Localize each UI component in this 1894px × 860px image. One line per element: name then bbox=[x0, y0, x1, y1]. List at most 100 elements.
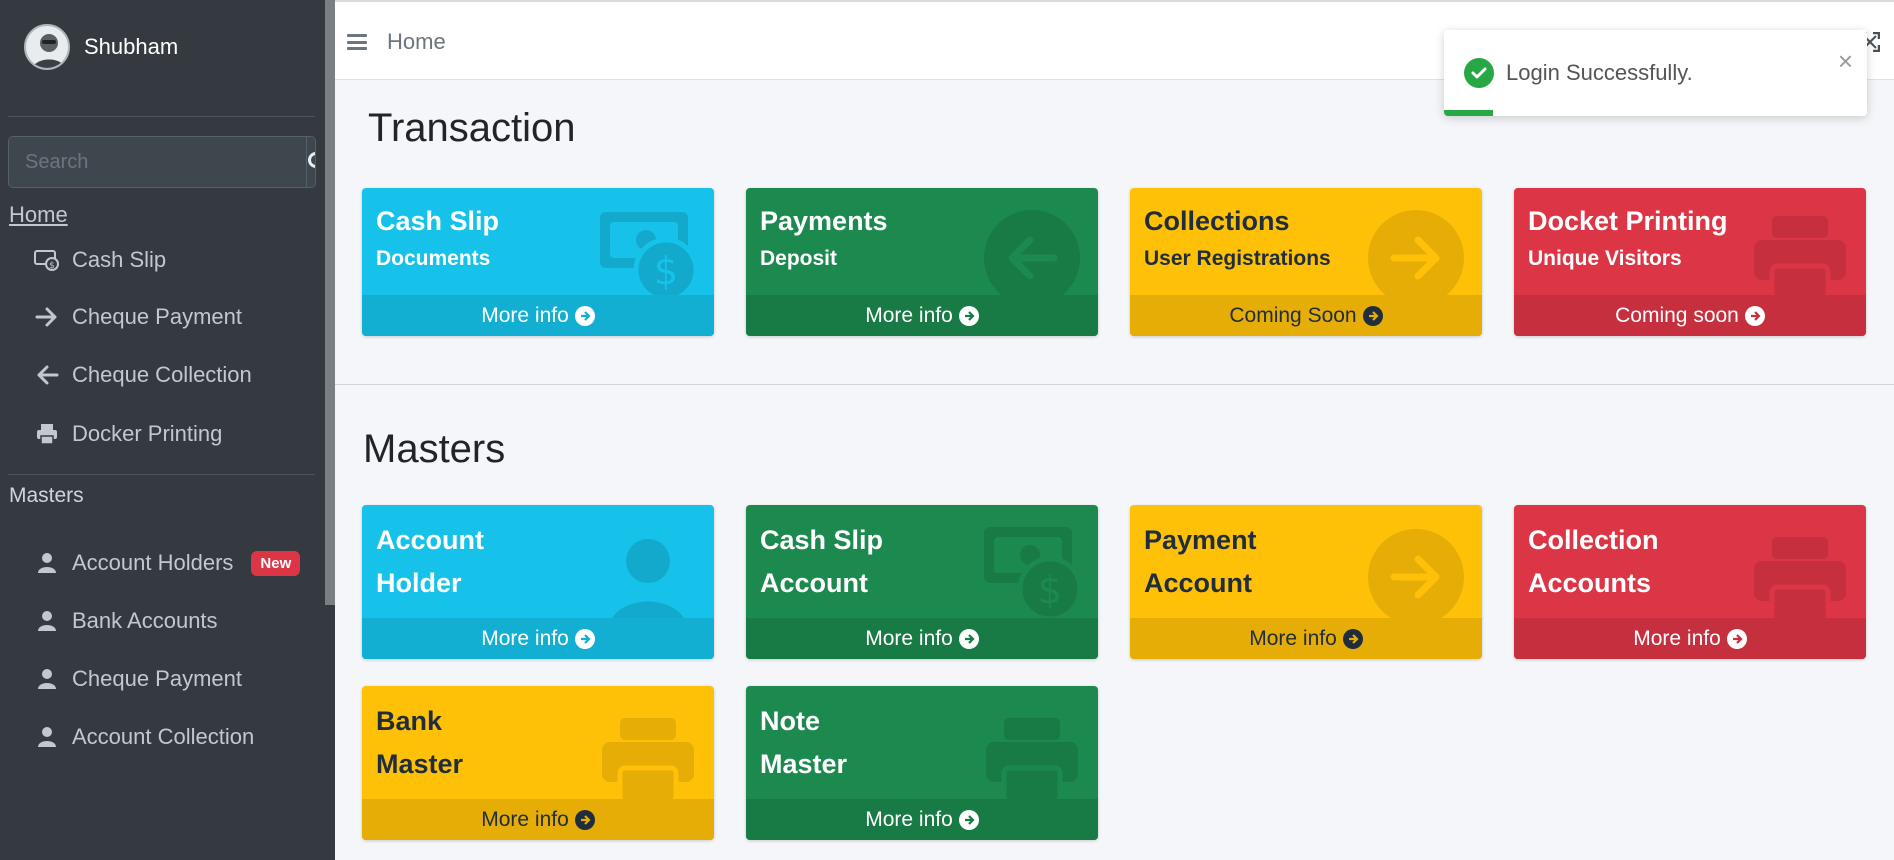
arrow-circle-right-icon bbox=[1362, 305, 1383, 326]
check-circle-icon bbox=[1464, 58, 1494, 88]
svg-text:$: $ bbox=[654, 249, 678, 293]
arrow-left-icon bbox=[34, 362, 60, 388]
sidebar-item-cheque-payment-master[interactable]: Cheque Payment bbox=[34, 659, 242, 699]
money-icon: $ bbox=[34, 247, 60, 273]
arrow-circle-right-icon bbox=[1744, 305, 1765, 326]
arrow-circle-right-icon bbox=[574, 809, 595, 830]
card-footer-text: More info bbox=[481, 626, 569, 650]
arrow-circle-right-icon bbox=[958, 628, 979, 649]
card-footer-text: More info bbox=[865, 303, 953, 327]
sidebar-home-link[interactable]: Home bbox=[9, 202, 68, 228]
hamburger-menu-icon[interactable] bbox=[347, 34, 367, 50]
card-account-holder[interactable]: Account Holder More info bbox=[362, 505, 714, 659]
card-collections[interactable]: Collections User Registrations Coming So… bbox=[1130, 188, 1482, 336]
card-collection-accounts[interactable]: Collection Accounts More info bbox=[1514, 505, 1866, 659]
sidebar-header-masters: Masters bbox=[9, 484, 84, 507]
sidebar-divider bbox=[8, 116, 315, 117]
section-divider bbox=[335, 384, 1894, 385]
print-icon bbox=[34, 421, 60, 447]
sidebar-item-label: Docker Printing bbox=[72, 421, 223, 446]
sidebar-item-label: Account Collection bbox=[72, 724, 255, 749]
sidebar-scrollbar[interactable] bbox=[325, 0, 335, 605]
sidebar-item-label: Account Holders bbox=[72, 550, 234, 575]
print-icon bbox=[1754, 216, 1846, 303]
sidebar-item-cheque-payment[interactable]: Cheque Payment bbox=[34, 297, 242, 337]
toast-message: Login Successfully. bbox=[1506, 60, 1693, 85]
arrow-left-circle-icon bbox=[984, 210, 1080, 306]
card-footer-link[interactable]: More info bbox=[746, 799, 1098, 840]
sidebar-item-account-collection[interactable]: Account Collection bbox=[34, 717, 254, 757]
card-footer-text: More info bbox=[481, 303, 569, 327]
user-icon bbox=[34, 550, 60, 576]
card-docket-printing[interactable]: Docket Printing Unique Visitors Coming s… bbox=[1514, 188, 1866, 336]
svg-text:$: $ bbox=[49, 261, 55, 271]
search-button[interactable] bbox=[306, 137, 315, 187]
print-icon bbox=[986, 718, 1078, 805]
user-panel[interactable]: Shubham bbox=[24, 24, 178, 70]
card-footer-link[interactable]: Coming Soon bbox=[1130, 295, 1482, 336]
sidebar-item-label: Cheque Payment bbox=[72, 304, 242, 329]
arrow-right-circle-icon bbox=[1368, 529, 1464, 625]
svg-text:$: $ bbox=[1038, 568, 1062, 612]
sidebar-divider bbox=[8, 474, 315, 475]
sidebar-item-label: Bank Accounts bbox=[72, 608, 218, 633]
card-cash-slip[interactable]: Cash Slip Documents $ More info bbox=[362, 188, 714, 336]
money-icon: $ bbox=[600, 212, 698, 303]
card-note-master[interactable]: Note Master More info bbox=[746, 686, 1098, 840]
user-icon bbox=[34, 666, 60, 692]
card-footer-text: More info bbox=[1633, 626, 1721, 650]
card-footer-text: Coming Soon bbox=[1229, 303, 1357, 327]
sidebar-item-account-holders[interactable]: Account Holders New bbox=[34, 543, 301, 583]
sidebar-item-bank-accounts[interactable]: Bank Accounts bbox=[34, 601, 218, 641]
card-footer-link[interactable]: More info bbox=[362, 799, 714, 840]
card-footer-text: More info bbox=[481, 807, 569, 831]
user-icon bbox=[34, 724, 60, 750]
sidebar: Shubham Home $ Cash Slip Cheque Payment … bbox=[0, 0, 335, 860]
arrow-right-circle-icon bbox=[1368, 210, 1464, 306]
arrow-circle-right-icon bbox=[958, 809, 979, 830]
card-bank-master[interactable]: Bank Master More info bbox=[362, 686, 714, 840]
card-footer-text: More info bbox=[865, 807, 953, 831]
avatar bbox=[24, 24, 70, 70]
nav-home-link[interactable]: Home bbox=[387, 29, 446, 55]
card-footer-text: More info bbox=[865, 626, 953, 650]
sidebar-item-cash-slip[interactable]: $ Cash Slip bbox=[34, 240, 166, 280]
arrow-circle-right-icon bbox=[1342, 628, 1363, 649]
print-icon bbox=[602, 718, 694, 805]
money-icon: $ bbox=[984, 527, 1082, 622]
search-input[interactable] bbox=[9, 137, 306, 187]
card-payments[interactable]: Payments Deposit More info bbox=[746, 188, 1098, 336]
user-name: Shubham bbox=[84, 34, 179, 59]
sidebar-search bbox=[8, 136, 316, 188]
toast-progress-bar bbox=[1444, 110, 1493, 116]
search-icon bbox=[308, 152, 315, 168]
sidebar-item-cheque-collection[interactable]: Cheque Collection bbox=[34, 355, 252, 395]
card-footer-link[interactable]: More info bbox=[746, 295, 1098, 336]
card-footer-link[interactable]: More info bbox=[362, 618, 714, 659]
card-footer-link[interactable]: Coming soon bbox=[1514, 295, 1866, 336]
print-icon bbox=[1754, 537, 1846, 624]
sidebar-item-docker-printing[interactable]: Docker Printing bbox=[34, 414, 222, 454]
arrow-circle-right-icon bbox=[958, 305, 979, 326]
new-badge: New bbox=[251, 550, 301, 576]
arrow-circle-right-icon bbox=[574, 305, 595, 326]
toast-close-button[interactable]: × bbox=[1838, 48, 1853, 74]
card-footer-link[interactable]: More info bbox=[1514, 618, 1866, 659]
section-title-masters: Masters bbox=[363, 427, 506, 471]
card-payment-account[interactable]: Payment Account More info bbox=[1130, 505, 1482, 659]
arrow-right-icon bbox=[34, 304, 60, 330]
section-title-transaction: Transaction bbox=[368, 106, 576, 150]
card-footer-link[interactable]: More info bbox=[746, 618, 1098, 659]
card-cash-slip-account[interactable]: Cash Slip Account $ More info bbox=[746, 505, 1098, 659]
sidebar-item-label: Cheque Collection bbox=[72, 362, 252, 387]
card-footer-link[interactable]: More info bbox=[1130, 618, 1482, 659]
arrow-circle-right-icon bbox=[574, 628, 595, 649]
card-footer-link[interactable]: More info bbox=[362, 295, 714, 336]
arrow-circle-right-icon bbox=[1726, 628, 1747, 649]
card-footer-text: More info bbox=[1249, 626, 1337, 650]
toast-notification: Login Successfully. × bbox=[1444, 30, 1867, 116]
sidebar-item-label: Cheque Payment bbox=[72, 666, 242, 691]
sidebar-item-label: Cash Slip bbox=[72, 247, 167, 272]
card-footer-text: Coming soon bbox=[1615, 303, 1739, 327]
user-icon bbox=[34, 608, 60, 634]
